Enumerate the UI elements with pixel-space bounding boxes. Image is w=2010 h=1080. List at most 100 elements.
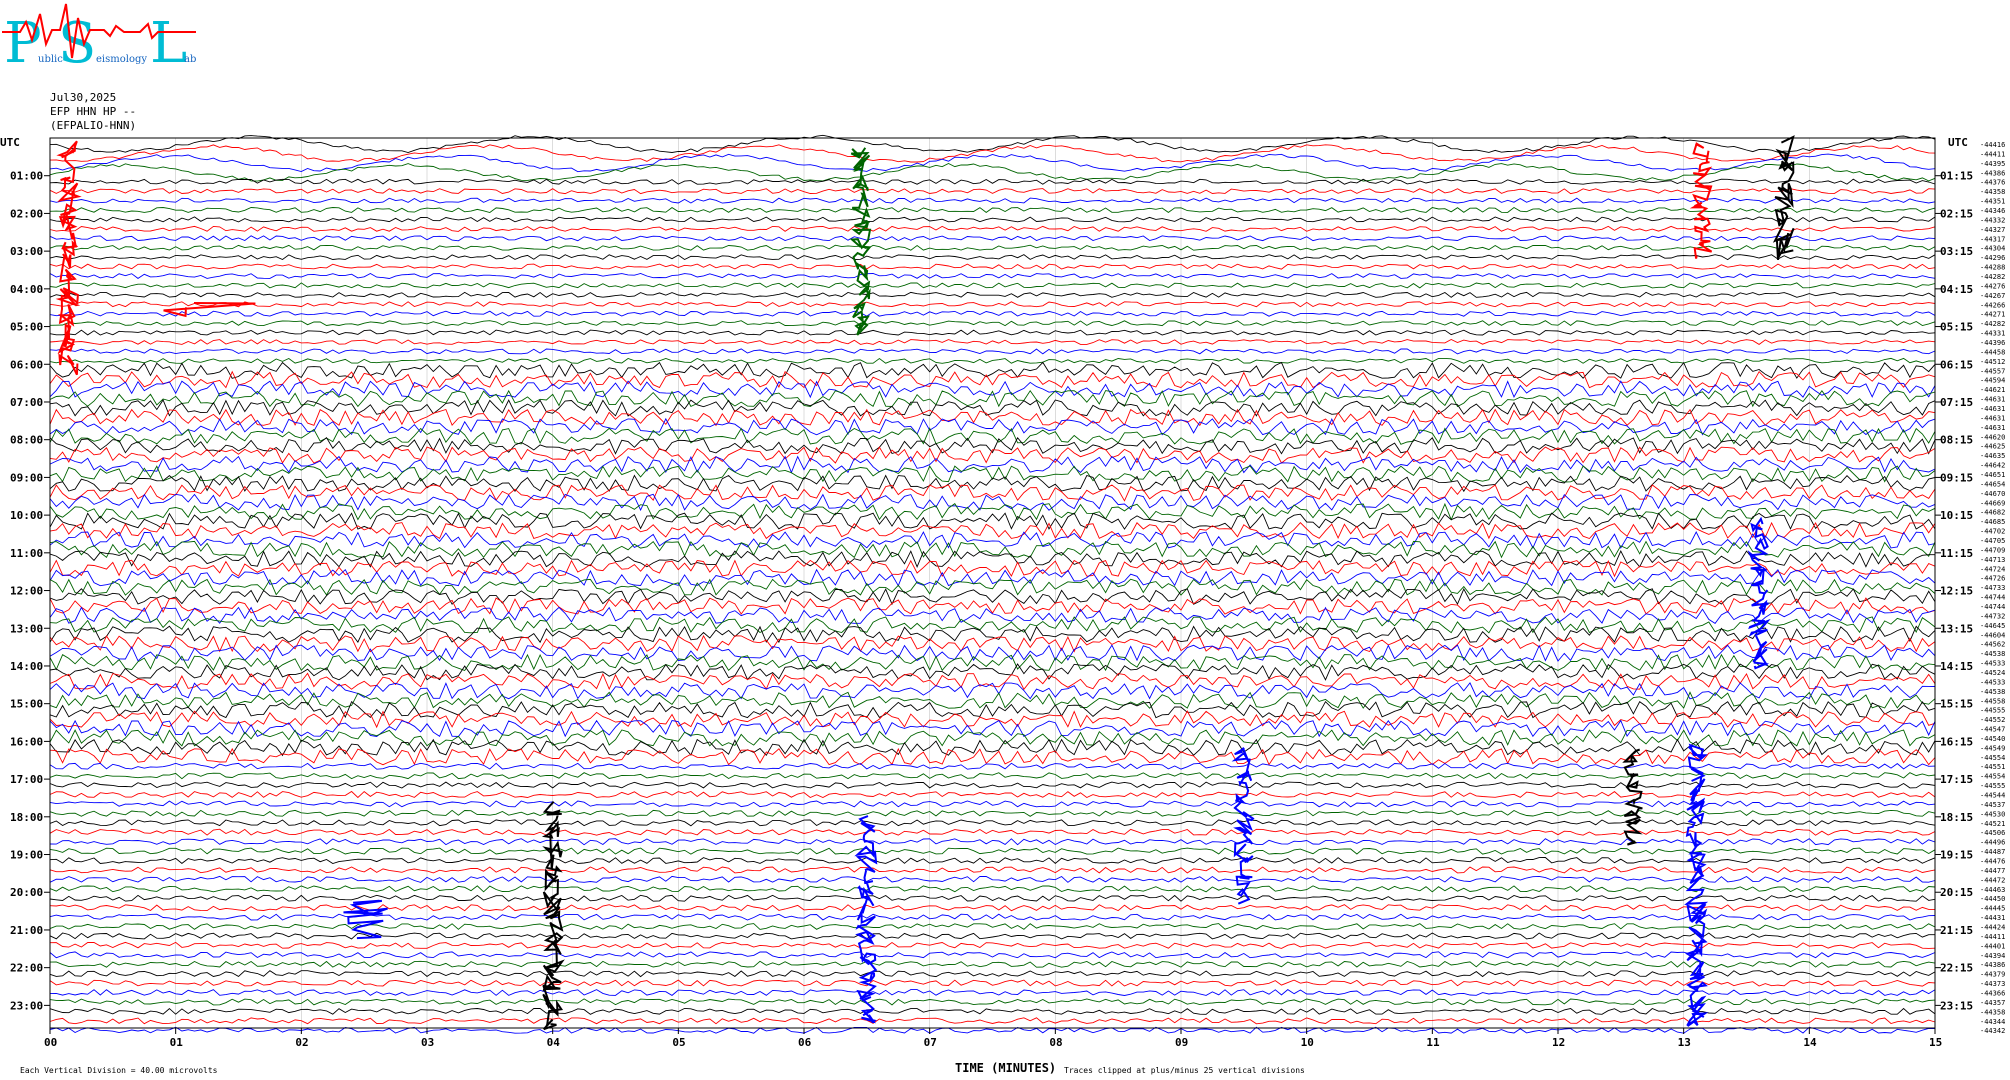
trace-7	[49, 197, 1936, 204]
right-time-label-8: 08:15	[1940, 434, 1973, 447]
trace-89	[49, 970, 1936, 978]
right-time-label-18: 18:15	[1940, 811, 1973, 824]
trace-58	[49, 672, 1936, 691]
offset-label-56: -44533	[1980, 660, 2005, 668]
x-tick-label-10: 10	[1301, 1036, 1314, 1049]
offset-label-77: -44476	[1980, 858, 2005, 866]
offset-label-84: -44424	[1980, 924, 2005, 932]
offset-label-91: -44366	[1980, 990, 2005, 998]
offset-label-58: -44533	[1980, 678, 2005, 686]
event-burst-7	[1231, 747, 1255, 905]
offset-label-43: -44705	[1980, 537, 2005, 545]
trace-84	[49, 923, 1936, 930]
offset-label-79: -44472	[1980, 876, 2005, 884]
left-time-label-22: 22:00	[10, 962, 43, 975]
x-axis-ticks: 00 01 02 03 04 05 06 07 08 09 10 11 12 13 14 15	[44, 1028, 1942, 1049]
vertical-division-note: Each Vertical Division = 40.00 microvolt…	[20, 1066, 218, 1075]
right-time-label-23: 23:15	[1940, 999, 1973, 1012]
trace-70	[49, 790, 1936, 799]
offset-label-11: -44317	[1980, 235, 2005, 243]
x-tick-label-04: 04	[547, 1036, 561, 1049]
right-time-label-13: 13:15	[1940, 622, 1973, 635]
x-tick-label-11: 11	[1426, 1036, 1440, 1049]
left-time-label-14: 14:00	[10, 660, 43, 673]
right-time-label-6: 06:15	[1940, 358, 1973, 371]
offset-label-14: -44288	[1980, 264, 2005, 272]
offset-label-74: -44506	[1980, 829, 2005, 837]
trace-48	[49, 578, 1936, 596]
right-time-label-19: 19:15	[1940, 849, 1973, 862]
trace-55	[49, 644, 1936, 662]
trace-offset-labels: -44416-44411-44395-44386-44376-44358-443…	[1980, 141, 2005, 1035]
right-time-label-10: 10:15	[1940, 509, 1973, 522]
utc-right-label: UTC	[1948, 136, 1968, 149]
left-time-label-20: 20:00	[10, 886, 43, 899]
right-time-label-22: 22:15	[1940, 962, 1973, 975]
trace-42	[49, 521, 1936, 540]
left-time-label-11: 11:00	[10, 547, 43, 560]
right-time-label-21: 21:15	[1940, 924, 1973, 937]
trace-44	[49, 540, 1936, 559]
offset-label-48: -44733	[1980, 584, 2005, 592]
left-time-labels: 01:00 02:00 03:00 04:00 05:00 06:00 07:00 08:00…	[10, 170, 50, 1012]
trace-73	[49, 819, 1936, 827]
offset-label-51: -44732	[1980, 612, 2005, 620]
left-time-label-6: 06:00	[10, 358, 43, 371]
offset-label-60: -44558	[1980, 697, 2005, 705]
event-burst-4	[1772, 135, 1795, 260]
offset-label-40: -44682	[1980, 509, 2005, 517]
x-tick-label-00: 00	[44, 1036, 57, 1049]
trace-5	[49, 178, 1936, 185]
trace-9	[49, 216, 1936, 223]
offset-label-85: -44411	[1980, 933, 2005, 941]
offset-label-6: -44358	[1980, 188, 2005, 196]
offset-label-20: -44282	[1980, 320, 2005, 328]
right-time-label-3: 03:15	[1940, 245, 1973, 258]
trace-30	[49, 408, 1936, 427]
x-tick-label-06: 06	[798, 1036, 812, 1049]
trace-51	[49, 606, 1936, 625]
offset-label-32: -44620	[1980, 433, 2005, 441]
right-time-label-5: 05:15	[1940, 321, 1973, 334]
trace-60	[49, 691, 1936, 709]
offset-label-25: -44557	[1980, 367, 2005, 375]
utc-left-label: UTC	[0, 136, 20, 149]
trace-17	[49, 291, 1936, 298]
offset-label-68: -44554	[1980, 773, 2005, 781]
offset-label-15: -44282	[1980, 273, 2005, 281]
offset-label-66: -44554	[1980, 754, 2005, 762]
trace-10	[49, 225, 1936, 232]
trace-74	[49, 828, 1936, 836]
offset-label-38: -44670	[1980, 490, 2005, 498]
event-burst-8	[1684, 743, 1709, 1027]
offset-label-31: -44631	[1980, 424, 2005, 432]
offset-label-21: -44331	[1980, 330, 2005, 338]
right-time-labels: 01:15 02:15 03:15 04:15 05:15 06:15 07:15 08:15…	[1935, 170, 1973, 1012]
offset-label-45: -44713	[1980, 556, 2005, 564]
offset-label-42: -44702	[1980, 528, 2005, 536]
x-tick-label-14: 14	[1803, 1036, 1817, 1049]
offset-label-65: -44549	[1980, 744, 2005, 752]
offset-label-95: -44342	[1980, 1027, 2005, 1035]
offset-label-10: -44327	[1980, 226, 2005, 234]
trace-43	[49, 531, 1936, 549]
x-tick-label-02: 02	[295, 1036, 308, 1049]
x-tick-label-05: 05	[672, 1036, 685, 1049]
trace-82	[49, 904, 1935, 912]
left-time-label-15: 15:00	[10, 698, 43, 711]
trace-38	[49, 484, 1936, 502]
offset-label-87: -44394	[1980, 952, 2005, 960]
trace-24	[49, 357, 1936, 364]
trace-63	[49, 719, 1936, 738]
left-time-label-1: 01:00	[10, 170, 43, 183]
left-time-label-2: 02:00	[10, 207, 43, 220]
trace-21	[49, 329, 1936, 336]
offset-label-67: -44551	[1980, 763, 2005, 771]
right-time-label-1: 01:15	[1940, 170, 1973, 183]
right-time-label-15: 15:15	[1940, 698, 1973, 711]
offset-label-78: -44477	[1980, 867, 2005, 875]
trace-53	[49, 625, 1936, 644]
trace-40	[49, 502, 1936, 521]
offset-label-61: -44555	[1980, 707, 2005, 715]
trace-90	[49, 979, 1936, 987]
